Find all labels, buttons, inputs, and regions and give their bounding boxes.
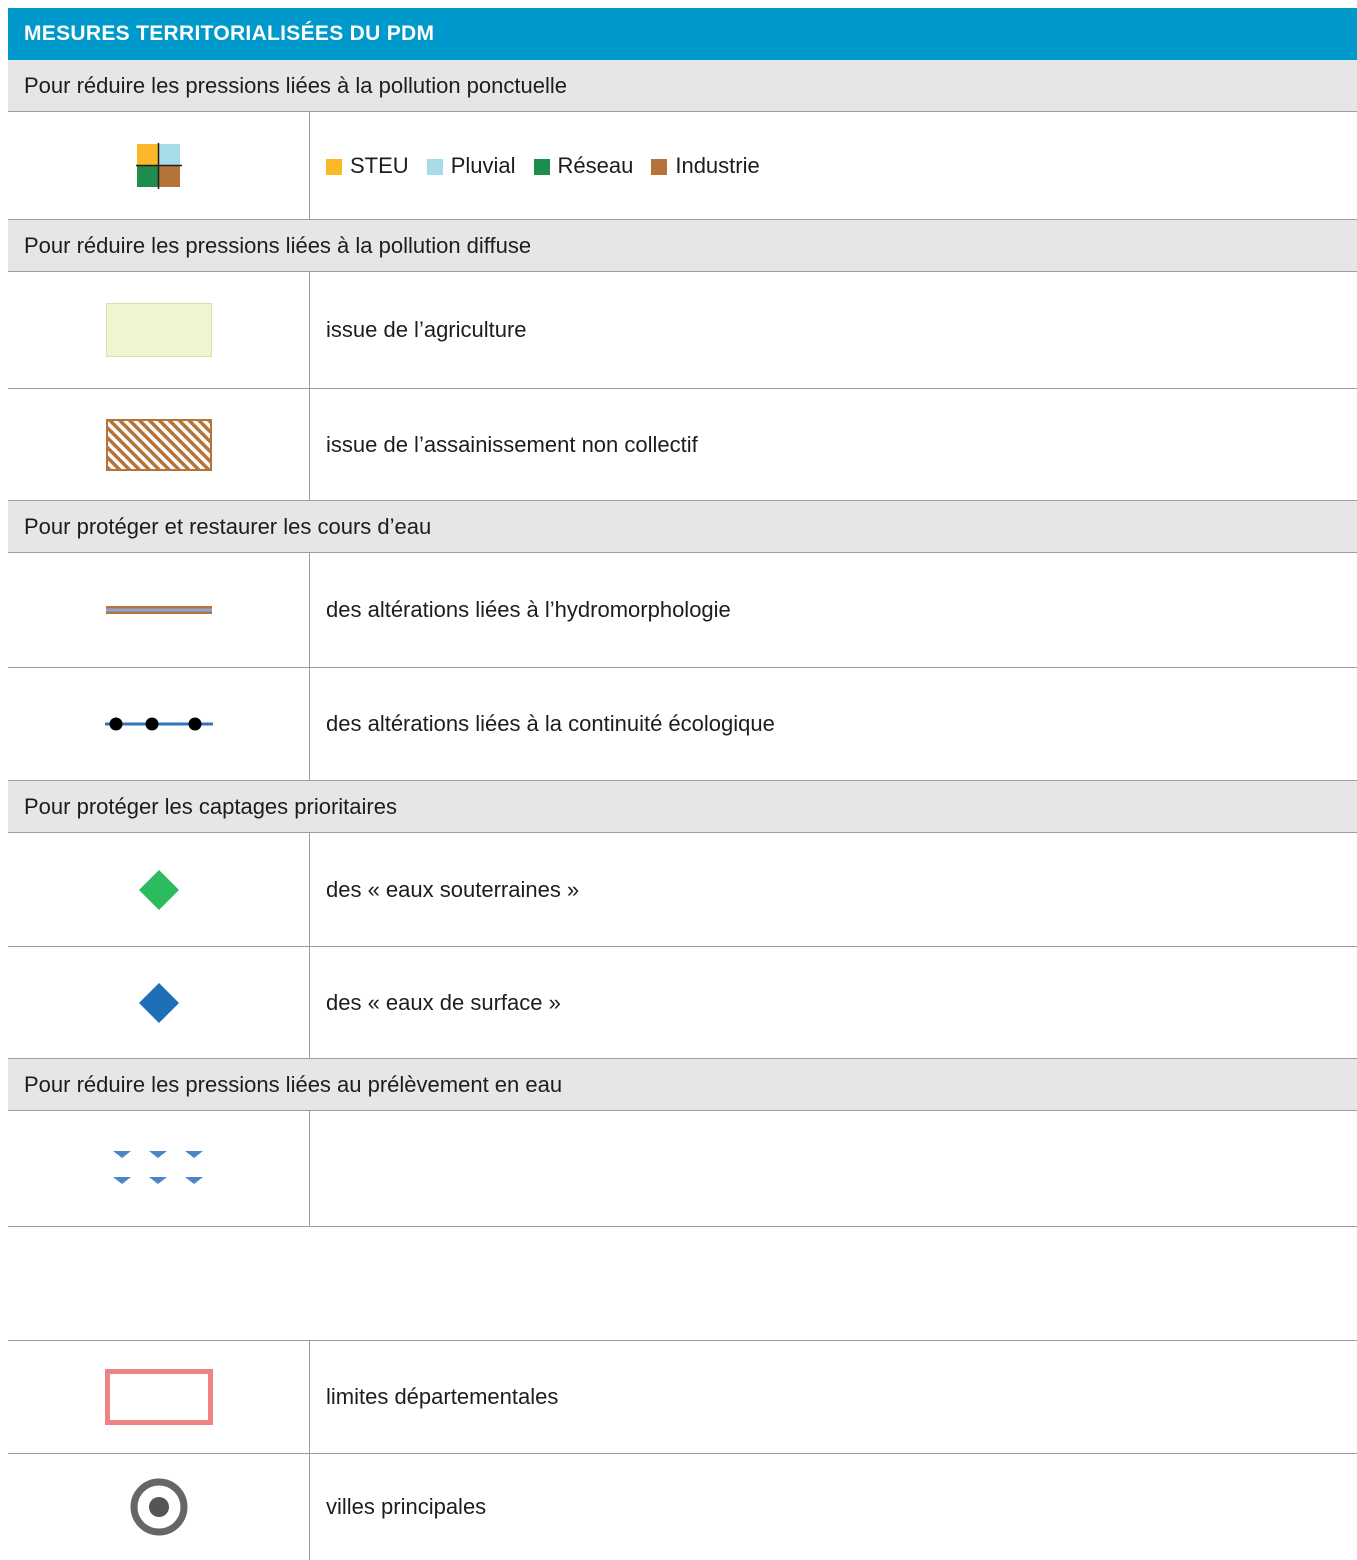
symbol-cell xyxy=(8,112,310,219)
legend-label: des altérations liées à la continuité éc… xyxy=(326,711,775,736)
legend-item-steu: STEU xyxy=(326,153,409,179)
symbol-cell xyxy=(8,1341,310,1453)
section-diffuse: Pour réduire les pressions liées à la po… xyxy=(8,220,1357,272)
symbol-cell xyxy=(8,947,310,1058)
section-title: Pour réduire les pressions liées au prél… xyxy=(24,1071,563,1097)
legend-row-souterraines: des « eaux souterraines » xyxy=(8,833,1357,947)
legend-row-surface: des « eaux de surface » xyxy=(8,947,1357,1059)
striped-line-icon xyxy=(105,606,212,614)
blue-diamond-icon xyxy=(138,982,179,1023)
legend-label: issue de l’agriculture xyxy=(326,317,527,342)
legend-row-agriculture: issue de l’agriculture xyxy=(8,272,1357,389)
city-circle-icon xyxy=(130,1478,187,1536)
legend-row-anc: issue de l’assainissement non collectif xyxy=(8,389,1357,501)
dotted-line-icon xyxy=(104,717,213,731)
square-pluvial xyxy=(158,143,180,165)
legend-row-villes: villes principales xyxy=(8,1454,1357,1560)
legend-label: villes principales xyxy=(326,1494,487,1519)
industrie-swatch xyxy=(651,158,668,175)
section-captages: Pour protéger les captages prioritaires xyxy=(8,781,1357,833)
section-cours-eau: Pour protéger et restaurer les cours d’e… xyxy=(8,501,1357,553)
legend-title: MESURES TERRITORIALISÉES DU PDM xyxy=(24,22,435,45)
symbol-cell xyxy=(8,1111,310,1226)
legend-label: des « eaux de surface » xyxy=(326,989,561,1015)
legend-item-industrie: Industrie xyxy=(651,153,760,179)
legend-label: des altérations liées à l’hydromorpholog… xyxy=(326,597,731,622)
symbol-cell xyxy=(8,668,310,780)
legend-row-continuite: des altérations liées à la continuité éc… xyxy=(8,668,1357,781)
symbol-cell xyxy=(8,272,310,388)
section-title: Pour réduire les pressions liées à la po… xyxy=(24,232,532,258)
section-ponctuelle: Pour réduire les pressions liées à la po… xyxy=(8,60,1357,112)
symbol-cell xyxy=(8,1454,310,1560)
red-border-rectangle-icon xyxy=(104,1369,213,1425)
symbol-cell xyxy=(8,553,310,667)
legend-row-limites: limites départementales xyxy=(8,1341,1357,1454)
legend-row-hydromorpho: des altérations liées à l’hydromorpholog… xyxy=(8,553,1357,668)
pluvial-swatch xyxy=(426,158,443,175)
legend-label: des « eaux souterraines » xyxy=(326,876,580,902)
ponctuelle-legend: STEU Pluvial Réseau Industrie xyxy=(326,112,778,219)
four-square-icon xyxy=(135,142,182,189)
square-reseau xyxy=(136,165,158,187)
square-steu xyxy=(136,143,158,165)
steu-swatch xyxy=(326,158,342,175)
reseau-swatch xyxy=(533,158,550,175)
section-title: Pour réduire les pressions liées à la po… xyxy=(24,72,567,98)
legend-row-prelevement xyxy=(8,1111,1357,1227)
section-title: Pour protéger les captages prioritaires xyxy=(24,793,397,819)
symbol-cell xyxy=(8,833,310,946)
green-diamond-icon xyxy=(138,869,179,910)
legend-label: issue de l’assainissement non collectif xyxy=(326,431,698,457)
legend-item-pluvial: Pluvial xyxy=(426,153,516,179)
square-industrie xyxy=(158,165,180,187)
legend-header: MESURES TERRITORIALISÉES DU PDM xyxy=(8,8,1357,60)
hatched-area-icon xyxy=(105,418,212,471)
legend-item-reseau: Réseau xyxy=(533,153,633,179)
legend-row-ponctuelle: STEU Pluvial Réseau Industrie xyxy=(8,112,1357,220)
triangle-pattern-icon xyxy=(112,1150,203,1184)
symbol-cell xyxy=(8,389,310,500)
section-prelevement: Pour réduire les pressions liées au prél… xyxy=(8,1059,1357,1111)
section-title: Pour protéger et restaurer les cours d’e… xyxy=(24,513,432,539)
light-green-area-icon xyxy=(105,303,212,357)
legend-label: limites départementales xyxy=(326,1384,559,1409)
